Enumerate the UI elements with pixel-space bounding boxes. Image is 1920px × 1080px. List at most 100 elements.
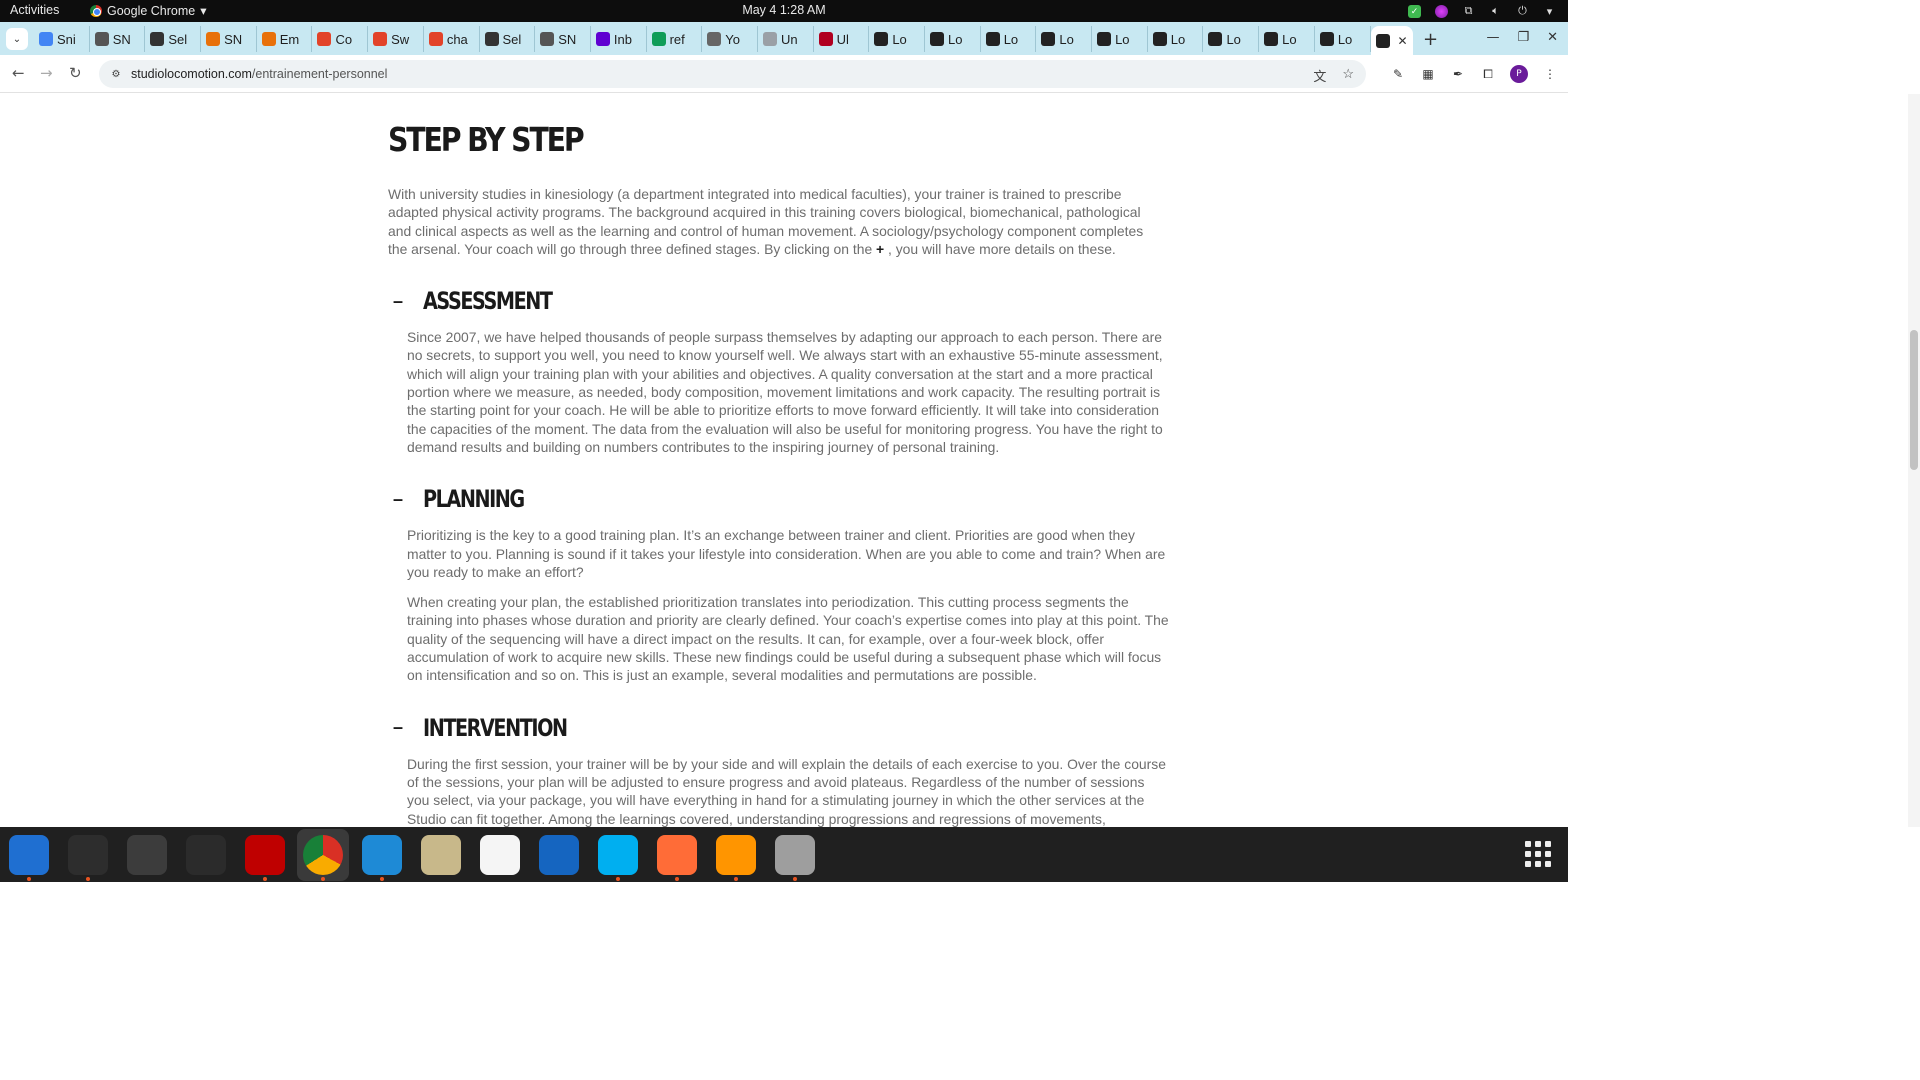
tab[interactable]: Sni bbox=[34, 26, 90, 52]
tab-label: Lo bbox=[892, 31, 907, 47]
tab[interactable]: Yo bbox=[702, 26, 758, 52]
tab[interactable]: ref bbox=[647, 26, 703, 52]
chrome-icon[interactable] bbox=[303, 835, 343, 875]
section-title[interactable]: INTERVENTION bbox=[423, 714, 568, 742]
bookmark-star-icon[interactable]: ☆ bbox=[1342, 66, 1354, 85]
url-host: studiolocomotion.com bbox=[131, 67, 252, 81]
loco-icon bbox=[1375, 33, 1390, 48]
check-status-icon[interactable]: ✓ bbox=[1408, 4, 1421, 18]
gitlab-icon bbox=[317, 32, 332, 46]
volume-icon[interactable]: 🔈︎ bbox=[1489, 5, 1502, 18]
app-menu[interactable]: Google Chrome ▾ bbox=[90, 3, 207, 18]
tab[interactable]: Lo bbox=[1259, 26, 1315, 52]
browser-toolbar: ← → ↻ ⚙ studiolocomotion.com /entraineme… bbox=[0, 55, 1568, 93]
tab[interactable]: SN bbox=[535, 26, 591, 52]
files-icon[interactable] bbox=[421, 835, 461, 875]
text-editor-icon[interactable] bbox=[480, 835, 520, 875]
tab[interactable]: Sw bbox=[368, 26, 424, 52]
writer-icon[interactable] bbox=[539, 835, 579, 875]
tab-label: Lo bbox=[1337, 31, 1353, 47]
tab-active[interactable]: ✕ bbox=[1370, 26, 1413, 55]
tab[interactable]: SN bbox=[90, 26, 146, 52]
tab[interactable]: Ul bbox=[814, 26, 870, 52]
tab[interactable]: Lo bbox=[925, 26, 981, 52]
forward-icon[interactable]: → bbox=[40, 64, 53, 82]
thunderbird-icon[interactable] bbox=[9, 835, 49, 875]
tab[interactable]: Lo bbox=[1203, 26, 1260, 52]
tab[interactable]: Lo bbox=[1036, 26, 1093, 52]
clock[interactable]: May 4 1:28 AM bbox=[742, 3, 825, 17]
close-icon[interactable]: ✕ bbox=[1547, 30, 1558, 45]
filezilla-icon[interactable] bbox=[245, 835, 285, 875]
reload-icon[interactable]: ↻ bbox=[69, 64, 82, 82]
site-info-icon[interactable]: ⚙ bbox=[109, 67, 123, 81]
collapse-toggle-icon[interactable]: – bbox=[388, 489, 423, 510]
loco-icon bbox=[1097, 32, 1112, 46]
tabs-list: Sni SN Sel SN Em Co Sw cha Sel SN Inb ref Yo Un Ul Lo Lo… bbox=[34, 26, 1413, 55]
loco-icon bbox=[874, 32, 889, 46]
tab[interactable]: Lo bbox=[1315, 26, 1371, 52]
calculator-icon[interactable] bbox=[127, 835, 167, 875]
section-header[interactable]: – PLANNING bbox=[388, 482, 1168, 516]
terminal-icon[interactable] bbox=[68, 835, 108, 875]
section-title[interactable]: PLANNING bbox=[423, 485, 525, 513]
tab[interactable]: Lo bbox=[869, 26, 925, 52]
window-controls: — ❐ ✕ bbox=[1486, 30, 1558, 45]
show-apps-icon[interactable] bbox=[1525, 841, 1551, 867]
collapse-toggle-icon[interactable]: – bbox=[388, 717, 423, 738]
restore-icon[interactable]: ❐ bbox=[1517, 30, 1529, 45]
scrollbar-thumb[interactable] bbox=[1910, 330, 1918, 470]
pen-icon[interactable]: ✒ bbox=[1450, 66, 1466, 82]
new-tab-button[interactable]: + bbox=[1423, 29, 1438, 50]
main-content: STEP BY STEP With university studies in … bbox=[388, 94, 1169, 827]
back-icon[interactable]: ← bbox=[12, 64, 25, 82]
eyedropper-icon[interactable]: ✎ bbox=[1390, 66, 1406, 82]
skype-icon[interactable] bbox=[598, 835, 638, 875]
section-header[interactable]: – INTERVENTION bbox=[388, 711, 1168, 745]
tab[interactable]: Lo bbox=[981, 26, 1037, 52]
system-monitor-icon[interactable] bbox=[186, 835, 226, 875]
section-title[interactable]: ASSESSMENT bbox=[423, 287, 553, 315]
page-viewport: STEP BY STEP With university studies in … bbox=[0, 94, 1556, 827]
tab[interactable]: SN bbox=[201, 26, 257, 52]
postman-icon[interactable] bbox=[657, 835, 697, 875]
tab-search-button[interactable]: ⌄ bbox=[6, 28, 28, 50]
collapse-toggle-icon[interactable]: – bbox=[388, 291, 423, 312]
tab[interactable]: Lo bbox=[1148, 26, 1204, 52]
network-icon[interactable]: ⧉ bbox=[1462, 5, 1475, 18]
section-paragraph: When creating your plan, the established… bbox=[407, 594, 1169, 684]
chrome-icon bbox=[90, 4, 102, 17]
system-tray[interactable]: ✓ ⧉ 🔈︎ ⏻ ▾ bbox=[1408, 2, 1556, 20]
tab-label: Yo bbox=[725, 31, 740, 47]
calendar-icon[interactable]: ▦ bbox=[1420, 66, 1436, 82]
dock bbox=[0, 827, 1568, 882]
tab[interactable]: Em bbox=[257, 26, 313, 52]
tab[interactable]: Co bbox=[312, 26, 369, 52]
disk-icon[interactable] bbox=[775, 835, 815, 875]
power-icon[interactable]: ⏻ bbox=[1516, 5, 1529, 18]
tab[interactable]: Un bbox=[758, 26, 814, 52]
firefox-dev-icon[interactable] bbox=[716, 835, 756, 875]
tab[interactable]: Inb bbox=[591, 26, 647, 52]
section-header[interactable]: – ASSESSMENT bbox=[388, 284, 1168, 318]
tab[interactable]: Sel bbox=[145, 26, 202, 52]
vscode-icon[interactable] bbox=[362, 835, 402, 875]
more-menu-icon[interactable]: ⋮ bbox=[1542, 66, 1558, 82]
tab[interactable]: cha bbox=[424, 26, 480, 52]
loco-icon bbox=[930, 32, 944, 46]
chevron-down-icon[interactable]: ▾ bbox=[1543, 5, 1556, 18]
tab-label: Un bbox=[780, 31, 798, 47]
tab[interactable]: Lo bbox=[1092, 26, 1148, 52]
intro-text-end: , you will have more details on these. bbox=[888, 240, 1116, 257]
translate-icon[interactable]: 文 bbox=[1313, 66, 1326, 85]
profile-avatar[interactable]: P bbox=[1510, 65, 1528, 83]
minimize-icon[interactable]: — bbox=[1486, 30, 1499, 45]
color-picker-icon[interactable] bbox=[1435, 4, 1448, 18]
page-scrollbar[interactable] bbox=[1908, 94, 1920, 827]
extensions-puzzle-icon[interactable]: ⧠ bbox=[1480, 66, 1496, 82]
tab[interactable]: Sel bbox=[480, 26, 536, 52]
close-tab-icon[interactable]: ✕ bbox=[1398, 34, 1408, 48]
activities-button[interactable]: Activities bbox=[10, 3, 59, 17]
spiral-icon bbox=[707, 32, 722, 46]
address-bar[interactable]: ⚙ studiolocomotion.com /entrainement-per… bbox=[99, 60, 1366, 88]
